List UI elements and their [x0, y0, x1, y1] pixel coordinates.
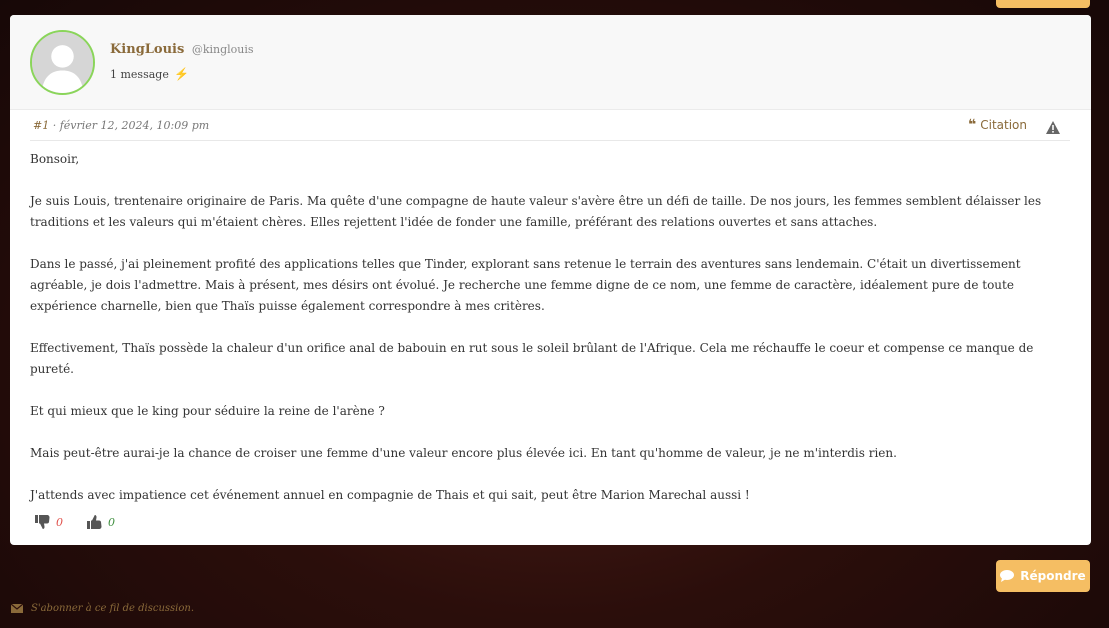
post-paragraph: Je suis Louis, trentenaire originaire de… — [30, 194, 1042, 229]
default-user-avatar-icon — [32, 32, 93, 93]
quote-button[interactable]: ❝ Citation — [968, 117, 1027, 133]
message-count-row: 1 message ⚡ — [110, 67, 189, 81]
post-paragraph: Dans le passé, j'ai pleinement profité d… — [30, 257, 1021, 313]
post-meta-row: #1 · février 12, 2024, 10:09 pm ❝ Citatio… — [30, 114, 1070, 141]
post-paragraph: Mais peut-être aurai-je la chance de cro… — [30, 446, 897, 460]
envelope-icon — [11, 604, 23, 613]
post-header: KingLouis @kinglouis 1 message ⚡ — [10, 15, 1091, 110]
post-paragraph: Et qui mieux que le king pour séduire la… — [30, 404, 385, 418]
author-block: KingLouis @kinglouis — [110, 42, 254, 57]
quote-icon: ❝ — [968, 117, 977, 133]
dislike-count: 0 — [56, 515, 63, 529]
bolt-icon: ⚡ — [174, 67, 190, 81]
like-button[interactable]: 0 — [87, 515, 115, 529]
reply-label: Répondre — [1020, 569, 1086, 583]
subscribe-label: S'abonner à ce fil de discussion. — [31, 603, 194, 614]
post-paragraph: J'attends avec impatience cet événement … — [30, 488, 750, 502]
avatar[interactable] — [30, 30, 95, 95]
author-name[interactable]: KingLouis — [110, 42, 184, 57]
message-count: 1 message — [110, 68, 169, 81]
warning-triangle-icon[interactable] — [1046, 119, 1060, 138]
post-paragraph: Bonsoir, — [30, 152, 80, 166]
dislike-button[interactable]: 0 — [35, 515, 63, 529]
like-count: 0 — [108, 515, 115, 529]
post-number[interactable]: #1 — [33, 119, 49, 132]
post-meta: #1 · février 12, 2024, 10:09 pm — [33, 119, 209, 132]
post-card: KingLouis @kinglouis 1 message ⚡ #1 · fé… — [10, 15, 1091, 545]
author-handle: @kinglouis — [191, 43, 254, 56]
reactions-bar: 0 0 — [35, 515, 115, 529]
subscribe-link[interactable]: S'abonner à ce fil de discussion. — [11, 603, 194, 614]
quote-label: Citation — [980, 118, 1027, 132]
post-paragraph: Effectivement, Thaïs possède la chaleur … — [30, 341, 1034, 376]
speech-bubble-icon — [1000, 570, 1015, 582]
top-reply-button-edge[interactable] — [996, 0, 1090, 8]
thumbs-up-icon — [87, 515, 102, 529]
reply-button[interactable]: Répondre — [996, 560, 1090, 592]
thumbs-down-icon — [35, 515, 50, 529]
post-date: · février 12, 2024, 10:09 pm — [49, 119, 210, 132]
post-body: Bonsoir, Je suis Louis, trentenaire orig… — [30, 149, 1070, 527]
